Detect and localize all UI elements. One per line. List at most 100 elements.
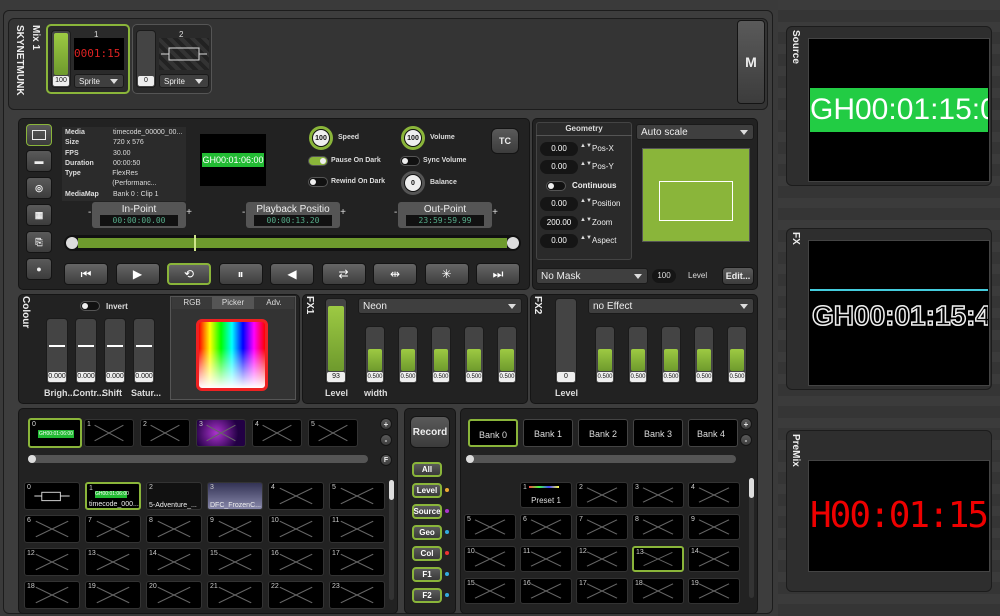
mask-edit-button[interactable]: Edit... (722, 267, 754, 285)
colour-tab-adv[interactable]: Adv. (254, 297, 294, 309)
clip-cell-10[interactable]: 10 (268, 515, 324, 543)
colour-fader-0[interactable]: 0.000 (46, 318, 68, 384)
preset-bank-scrollbar[interactable] (466, 455, 736, 463)
preset-cell-8[interactable]: 8 (632, 514, 684, 540)
geometry-value-4[interactable]: 200.00 (540, 215, 578, 230)
bank-tab-1[interactable]: 1 (84, 419, 134, 447)
clip-cell-21[interactable]: 21 (207, 581, 263, 609)
filter-f1[interactable]: F1 (412, 567, 442, 582)
preset-cell-11[interactable]: 11 (520, 546, 572, 572)
clip-cell-23[interactable]: 23 (329, 581, 385, 609)
clip-cell-18[interactable]: 18 (24, 581, 80, 609)
preset-cell-6[interactable]: 6 (520, 514, 572, 540)
transport-button-8[interactable]: ⏭ (476, 263, 520, 285)
preset-bank-0[interactable]: Bank 0 (468, 419, 518, 447)
fx2-effect-dropdown[interactable]: no Effect (588, 298, 754, 314)
bank-tab-4[interactable]: 4 (252, 419, 302, 447)
clip-cell-6[interactable]: 6 (24, 515, 80, 543)
filter-col[interactable]: Col (412, 546, 442, 561)
spin-icon[interactable]: ▲▼ (580, 161, 592, 167)
preset-bank-1[interactable]: Bank 1 (523, 419, 573, 447)
timeline-bar[interactable] (64, 235, 521, 251)
layer-1-level[interactable]: 100 (51, 30, 71, 88)
transport-button-5[interactable]: ⇄ (321, 263, 366, 285)
clip-cell-8[interactable]: 8 (146, 515, 202, 543)
colour-fader-1[interactable]: 0.000 (75, 318, 97, 384)
clip-cell-15[interactable]: 15 (207, 548, 263, 576)
layer-2-level[interactable]: 0 (136, 30, 156, 88)
invert-toggle[interactable] (80, 301, 100, 311)
filter-all[interactable]: All (412, 462, 442, 477)
preset-cell-9[interactable]: 9 (688, 514, 740, 540)
geometry-value-5[interactable]: 0.00 (540, 234, 578, 248)
bank-plus-button[interactable]: + (380, 418, 392, 430)
pause-on-dark-toggle[interactable] (308, 156, 328, 166)
in-point[interactable]: - + In-Point 00:00:00.00 (88, 202, 192, 228)
clip-cell-5[interactable]: 5 (329, 482, 385, 510)
media-tab-grid[interactable]: ▦ (26, 204, 52, 226)
preset-cell-5[interactable]: 5 (464, 514, 516, 540)
preset-plus-button[interactable]: + (740, 418, 752, 430)
preset-cell-14[interactable]: 14 (688, 546, 740, 572)
preset-cell-1[interactable]: Preset 1 1 (520, 482, 572, 508)
clip-cell-20[interactable]: 20 (146, 581, 202, 609)
bank-f-button[interactable]: F (380, 454, 392, 466)
clip-cell-11[interactable]: 11 (329, 515, 385, 543)
preset-cell-10[interactable]: 10 (464, 546, 516, 572)
geometry-preview[interactable] (642, 148, 750, 242)
clip-cell-19[interactable]: 19 (85, 581, 141, 609)
media-tab-target[interactable]: ◎ (26, 177, 52, 199)
playback-value[interactable]: 00:00:13.20 (254, 215, 332, 226)
preset-minus-button[interactable]: - (740, 434, 752, 446)
clip-cell-4[interactable]: 4 (268, 482, 324, 510)
transport-button-2[interactable]: ⟲ (167, 263, 211, 285)
fx2-param-1[interactable]: 0.500 (628, 326, 648, 384)
preset-bank-3[interactable]: Bank 3 (633, 419, 683, 447)
media-tab-globe[interactable]: ● (26, 258, 52, 280)
fx1-param-2[interactable]: 0.500 (431, 326, 451, 384)
preset-bank-4[interactable]: Bank 4 (688, 419, 738, 447)
fx1-param-3[interactable]: 0.500 (464, 326, 484, 384)
filter-f2[interactable]: F2 (412, 588, 442, 603)
fx1-param-0[interactable]: 0.500 (365, 326, 385, 384)
preset-cell-13[interactable]: 13 (632, 546, 684, 572)
playback-position[interactable]: - + Playback Positio 00:00:13.20 (242, 202, 346, 228)
preset-cell-16[interactable]: 16 (520, 578, 572, 604)
clip-scrollbar[interactable] (389, 480, 394, 600)
fx1-effect-dropdown[interactable]: Neon (358, 298, 522, 314)
clip-cell-2[interactable]: 2 5-Adventure_... (146, 482, 202, 510)
out-point[interactable]: - + Out-Point 23:59:59.99 (394, 202, 498, 228)
in-point-value[interactable]: 00:00:00.00 (100, 215, 178, 226)
layer-2-thumbnail[interactable] (159, 38, 209, 70)
tc-button[interactable]: TC (491, 128, 519, 154)
preset-cell-7[interactable]: 7 (576, 514, 628, 540)
clip-cell-12[interactable]: 12 (24, 548, 80, 576)
clip-cell-9[interactable]: 9 (207, 515, 263, 543)
colour-tab-rgb[interactable]: RGB (172, 297, 212, 309)
spin-icon[interactable]: ▲▼ (580, 235, 592, 241)
clip-cell-0[interactable]: 0 (24, 482, 80, 510)
media-tab-clip[interactable] (26, 124, 52, 146)
bank-tab-0[interactable]: 0 GH00:01:06:00 (28, 418, 82, 448)
speed-knob[interactable]: 100 (309, 126, 333, 150)
fx1-param-4[interactable]: 0.500 (497, 326, 517, 384)
colour-fader-3[interactable]: 0.000 (133, 318, 155, 384)
colour-picker[interactable] (196, 319, 268, 391)
layer-2-blend[interactable]: Sprite (159, 74, 209, 88)
fx2-param-0[interactable]: 0.500 (595, 326, 615, 384)
transport-button-6[interactable]: ⇹ (373, 263, 417, 285)
spin-icon[interactable]: ▲▼ (580, 198, 592, 204)
bank-tab-5[interactable]: 5 (308, 419, 358, 447)
preset-scrollbar[interactable] (749, 478, 754, 598)
sync-volume-toggle[interactable] (400, 156, 420, 166)
mask-dropdown[interactable]: No Mask (536, 268, 648, 284)
spin-icon[interactable]: ▲▼ (580, 217, 592, 223)
layer-1-blend[interactable]: Sprite (74, 74, 124, 88)
preset-cell-3[interactable]: 3 (632, 482, 684, 508)
volume-knob[interactable]: 100 (401, 126, 425, 150)
out-point-value[interactable]: 23:59:59.99 (406, 215, 484, 226)
clip-cell-3[interactable]: 3 DFC_FrozenC... (207, 482, 263, 510)
clip-cell-14[interactable]: 14 (146, 548, 202, 576)
preset-cell-19[interactable]: 19 (688, 578, 740, 604)
filter-source[interactable]: Source (412, 504, 442, 519)
